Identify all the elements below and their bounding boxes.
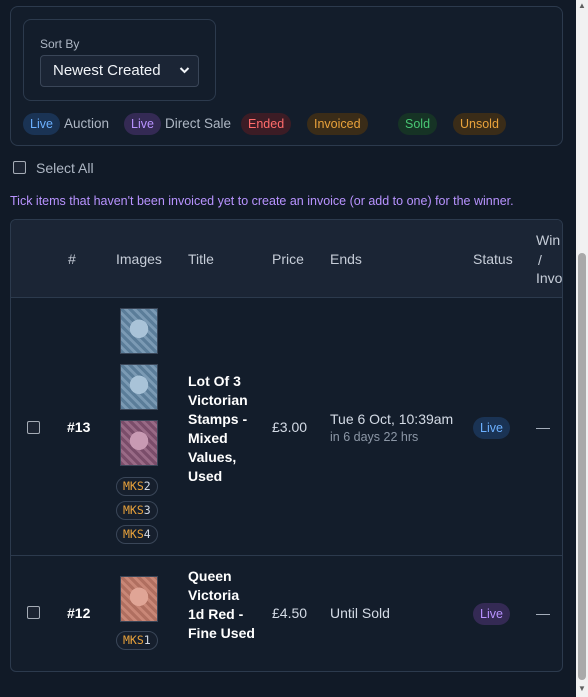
col-header-ends: Ends <box>330 251 362 267</box>
item-ends: Tue 6 Oct, 10:39am in 6 days 22 hrs <box>330 411 453 444</box>
item-title[interactable]: Queen Victoria 1d Red - Fine Used <box>188 567 258 643</box>
item-number: #12 <box>67 605 91 621</box>
item-image[interactable] <box>120 308 158 354</box>
item-image <box>120 420 158 466</box>
legend-pill-unsold: Unsold <box>453 113 506 135</box>
sort-label: Sort By <box>40 37 80 51</box>
item-ends: Until Sold <box>330 605 390 621</box>
filter-panel: Sort By Newest Created Live Auction Live… <box>10 6 563 146</box>
chevron-down-icon <box>179 56 190 98</box>
legend-pill-sold: Sold <box>398 113 438 135</box>
scroll-down-arrow-icon[interactable]: ▼ <box>578 685 586 693</box>
scrollbar-thumb[interactable] <box>578 253 586 680</box>
select-all-label: Select All <box>36 160 94 176</box>
row-checkbox[interactable] <box>27 606 40 619</box>
col-header-price: Price <box>272 251 304 267</box>
row-checkbox[interactable] <box>27 421 40 434</box>
legend-pill-live-direct: Live <box>124 113 161 135</box>
sort-select[interactable]: Newest Created <box>40 55 199 87</box>
winner-value: — <box>536 605 550 621</box>
listings-page: Sort By Newest Created Live Auction Live… <box>0 0 576 697</box>
item-price: £4.50 <box>272 605 308 621</box>
table-header: # Images Title Price Ends Status Win / I… <box>11 220 563 298</box>
item-image[interactable] <box>120 364 158 410</box>
winner-value: — <box>536 419 550 435</box>
item-price: £3.00 <box>272 419 308 435</box>
status-badge: Live <box>473 417 510 439</box>
sort-select-value: Newest Created <box>53 62 161 79</box>
col-header-images: Images <box>116 251 162 267</box>
col-header-winner-3: Invo <box>536 270 563 286</box>
col-header-title: Title <box>188 251 214 267</box>
item-number: #13 <box>67 419 91 435</box>
scroll-up-arrow-icon[interactable]: ▲ <box>578 2 586 10</box>
col-header-status: Status <box>473 251 513 267</box>
item-title[interactable]: Lot Of 3 Victorian Stamps - Mixed Values… <box>188 372 258 486</box>
sku-badge: MKS4 <box>116 525 158 544</box>
sku-badge: MKS2 <box>116 477 158 496</box>
ends-countdown: in 6 days 22 hrs <box>330 430 419 444</box>
legend-pill-live-auction: Live <box>23 113 60 135</box>
invoice-hint: Tick items that haven't been invoiced ye… <box>10 194 514 208</box>
sort-box: Sort By Newest Created <box>23 19 216 101</box>
legend-pill-ended: Ended <box>241 113 292 135</box>
status-badge: Live <box>473 603 510 625</box>
page-scrollbar[interactable]: ▲ ▼ <box>576 0 588 697</box>
ends-datetime: Tue 6 Oct, 10:39am <box>330 411 454 427</box>
sku-badge: MKS1 <box>116 631 158 650</box>
item-image[interactable] <box>120 576 158 622</box>
sku-badge: MKS3 <box>116 501 158 520</box>
col-header-winner-2: / <box>538 252 542 268</box>
ends-datetime: Until Sold <box>330 605 390 621</box>
legend-label-direct-sale: Direct Sale <box>165 116 232 131</box>
col-header-winner-1: Win <box>536 232 561 248</box>
status-legend: Live Auction Live Direct Sale Ended Invo… <box>23 113 553 135</box>
legend-label-auction: Auction <box>64 116 110 131</box>
col-header-number: # <box>68 251 76 267</box>
table-row: #12 MKS1 Queen Victoria 1d Red - Fine Us… <box>11 556 562 671</box>
listings-table: # Images Title Price Ends Status Win / I… <box>10 219 563 672</box>
table-row: #13 MKS2 MKS3 MKS4 Lot Of 3 Victorian St… <box>11 298 562 556</box>
select-all-checkbox[interactable] <box>13 161 26 174</box>
legend-pill-invoiced: Invoiced <box>307 113 368 135</box>
